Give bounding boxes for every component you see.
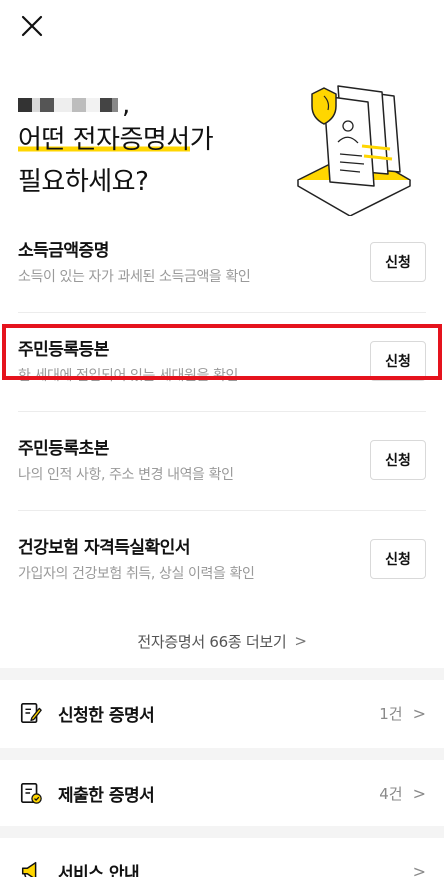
document-item-income[interactable]: 소득금액증명 소득이 있는 자가 과세된 소득금액을 확인 신청 [18, 214, 426, 313]
headline-line-1: 어떤 전자증명서가 [18, 120, 214, 160]
document-item-health-insurance[interactable]: 건강보험 자격득실확인서 가입자의 건강보험 취득, 상실 이력을 확인 신청 [18, 511, 426, 610]
certificate-illustration [290, 76, 418, 217]
menu-count: 1건 [379, 704, 403, 723]
apply-button[interactable]: 신청 [370, 539, 426, 579]
apply-button[interactable]: 신청 [370, 242, 426, 282]
more-certificates-link[interactable]: 전자증명서 66종 더보기 > [0, 618, 444, 664]
section-divider [0, 826, 444, 838]
document-item-resident-registration-abstract[interactable]: 주민등록초본 나의 인적 사항, 주소 변경 내역을 확인 신청 [18, 412, 426, 511]
close-icon [21, 15, 43, 37]
menu-service-info[interactable]: 서비스 안내 > [0, 838, 444, 877]
edit-document-icon [18, 700, 44, 726]
document-title: 주민등록등본 [18, 340, 109, 360]
menu-label: 제출한 증명서 [58, 785, 155, 806]
section-divider [0, 668, 444, 680]
menu-label: 신청한 증명서 [58, 705, 155, 726]
menu-applied-certificates[interactable]: 신청한 증명서 1건 > [0, 680, 444, 746]
chevron-right-icon: > [294, 632, 307, 650]
document-title: 소득금액증명 [18, 241, 109, 261]
section-divider [0, 748, 444, 760]
document-description: 나의 인적 사항, 주소 변경 내역을 확인 [18, 467, 234, 483]
apply-button[interactable]: 신청 [370, 440, 426, 480]
submitted-document-icon [18, 780, 44, 806]
headline-line-1-rest: 가 [189, 125, 214, 155]
chevron-right-icon: > [412, 703, 426, 723]
megaphone-icon [18, 858, 44, 877]
headline-highlight: 어떤 전자증명서 [18, 125, 190, 155]
apply-button[interactable]: 신청 [370, 341, 426, 381]
menu-submitted-certificates[interactable]: 제출한 증명서 4건 > [0, 760, 444, 826]
document-description: 소득이 있는 자가 과세된 소득금액을 확인 [18, 269, 251, 285]
close-button[interactable] [18, 12, 46, 40]
document-item-resident-registration-copy[interactable]: 주민등록등본 한 세대에 전입되어 있는 세대원을 확인 신청 [18, 313, 426, 412]
document-title: 주민등록초본 [18, 439, 109, 459]
document-list: 소득금액증명 소득이 있는 자가 과세된 소득금액을 확인 신청 주민등록등본 … [0, 214, 444, 610]
greeting: , 어떤 전자증명서가 필요하세요? [18, 86, 214, 202]
menu-label: 서비스 안내 [58, 863, 140, 877]
menu-count: 4건 [379, 784, 403, 803]
chevron-right-icon: > [412, 783, 426, 803]
chevron-right-icon: > [412, 861, 426, 877]
blurred-user-name [18, 92, 118, 118]
name-comma: , [122, 90, 131, 120]
more-certificates-label: 전자증명서 66종 더보기 [137, 632, 287, 651]
user-name-row: , [18, 86, 213, 118]
headline-line-2: 필요하세요? [18, 167, 149, 197]
document-title: 건강보험 자격득실확인서 [18, 538, 190, 558]
document-description: 한 세대에 전입되어 있는 세대원을 확인 [18, 368, 238, 384]
document-description: 가입자의 건강보험 취득, 상실 이력을 확인 [18, 566, 255, 582]
